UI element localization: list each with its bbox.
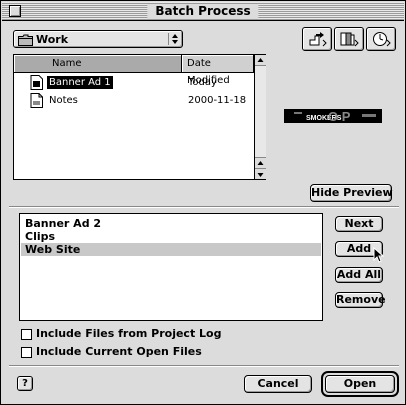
list-item[interactable]: Clips	[21, 230, 321, 243]
svg-text:O P: O P	[328, 109, 351, 123]
close-box[interactable]	[9, 5, 21, 17]
preview-pane: SMOKERS O P	[272, 54, 394, 180]
include-open-files-label: Include Current Open Files	[36, 345, 202, 358]
include-project-log-checkbox[interactable]	[21, 329, 32, 340]
list-item[interactable]: Web Site	[21, 243, 321, 256]
file-name: Banner Ad 1	[47, 76, 113, 89]
divider	[9, 365, 399, 367]
favorites-button[interactable]	[334, 27, 364, 51]
document-icon	[30, 75, 44, 93]
file-row[interactable]: Notes 2000-11-18	[14, 92, 254, 110]
scroll-down-arrow-icon[interactable]	[255, 168, 266, 179]
folder-icon	[18, 34, 33, 49]
folder-popup-label: Work	[36, 33, 69, 46]
next-button[interactable]: Next	[335, 216, 383, 232]
help-button[interactable]: ?	[17, 376, 33, 391]
mouse-pointer-icon	[373, 246, 385, 266]
file-date: 2000-11-18	[188, 95, 247, 106]
file-row[interactable]: Banner Ad 1 Today	[14, 74, 254, 92]
file-name: Notes	[49, 95, 78, 106]
column-header-date[interactable]: Date Modified	[182, 55, 254, 86]
include-project-log-label: Include Files from Project Log	[36, 327, 222, 340]
include-open-files-checkbox[interactable]	[21, 347, 32, 358]
file-browser[interactable]: Name Date Modified Banner Ad 1 Today Not…	[13, 54, 266, 180]
preview-image: SMOKERS O P	[284, 109, 382, 123]
column-header-name[interactable]: Name	[14, 55, 182, 73]
popup-arrows-icon	[168, 33, 179, 45]
scroll-up-arrow-icon[interactable]	[255, 55, 266, 66]
recent-button[interactable]	[366, 27, 396, 51]
scroll-up-arrow-icon[interactable]	[255, 157, 266, 168]
batch-process-dialog: Batch Process Work Name Date Modified Ba…	[0, 0, 406, 405]
browser-scrollbar[interactable]	[254, 55, 266, 179]
add-all-button[interactable]: Add All	[335, 267, 383, 283]
hide-preview-button[interactable]: Hide Preview	[310, 184, 393, 202]
file-date: Today	[188, 77, 217, 88]
shortcuts-button[interactable]	[302, 27, 332, 51]
batch-file-list[interactable]: Banner Ad 2 Clips Web Site	[19, 213, 323, 321]
window-title: Batch Process	[147, 4, 259, 19]
title-bar[interactable]: Batch Process	[2, 2, 404, 21]
folder-popup[interactable]: Work	[13, 30, 183, 48]
divider	[9, 206, 399, 208]
remove-button[interactable]: Remove	[335, 292, 386, 308]
open-button[interactable]: Open	[325, 375, 395, 393]
document-icon	[30, 93, 44, 111]
cancel-button[interactable]: Cancel	[244, 375, 312, 393]
list-item[interactable]: Banner Ad 2	[21, 217, 321, 230]
